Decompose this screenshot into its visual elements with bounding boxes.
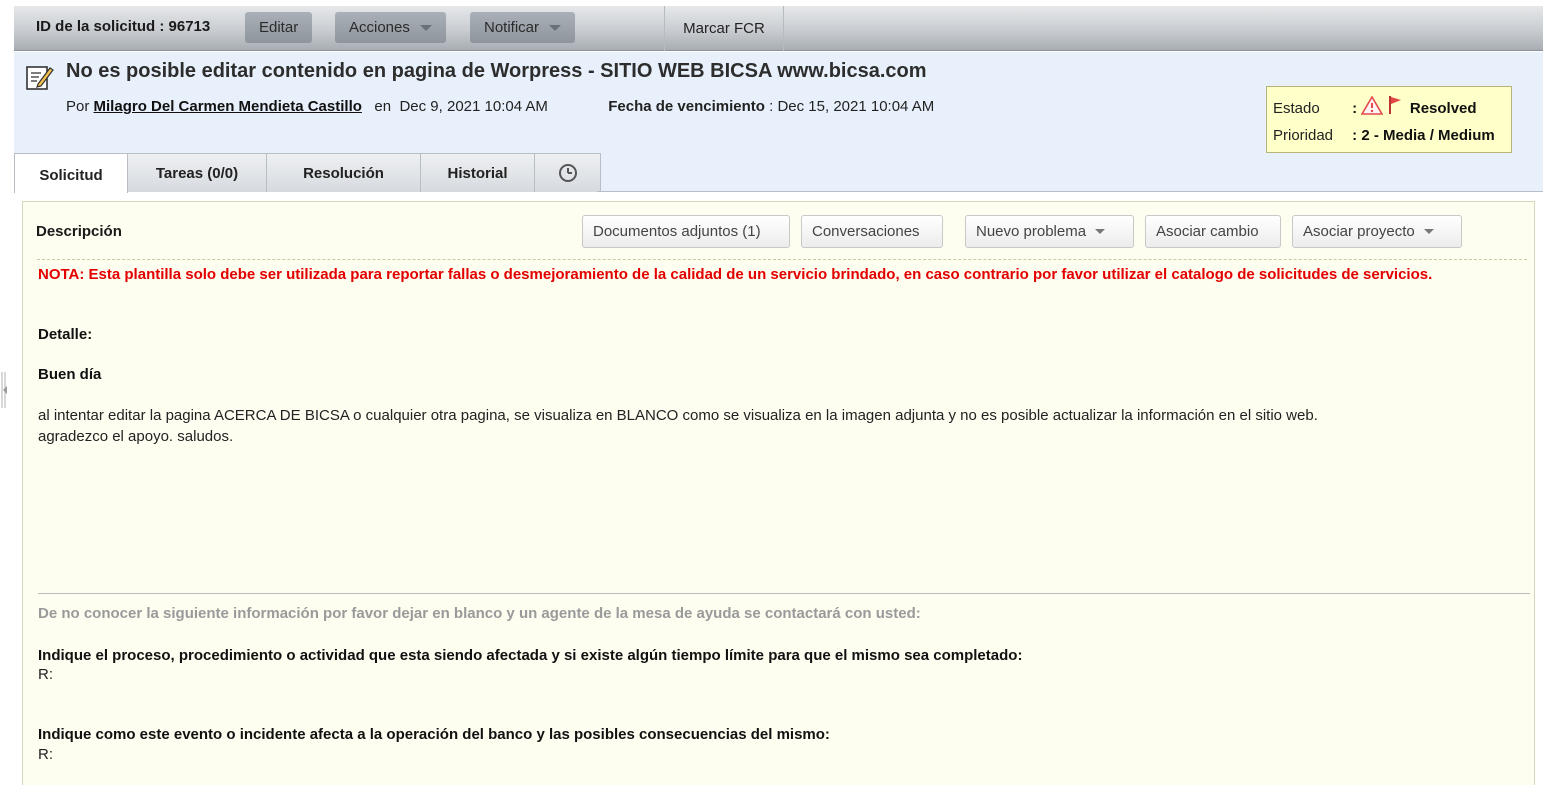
edit-button[interactable]: Editar xyxy=(245,12,313,43)
tab-time[interactable] xyxy=(534,153,601,192)
mark-fcr-button[interactable]: Marcar FCR xyxy=(664,6,784,51)
description-line-1: al intentar editar la pagina ACERCA DE B… xyxy=(38,407,1318,424)
tab-resolucion[interactable]: Resolución xyxy=(266,153,421,192)
info-note: De no conocer la siguiente información p… xyxy=(38,605,921,622)
actions-button[interactable]: Acciones xyxy=(335,12,446,43)
by-label: Por xyxy=(66,98,90,115)
priority-label: Prioridad xyxy=(1273,127,1334,144)
status-label: Estado xyxy=(1273,100,1320,117)
edit-button-label: Editar xyxy=(259,19,299,36)
new-problem-button[interactable]: Nuevo problema xyxy=(965,215,1134,248)
tab-bar: Solicitud Tareas (0/0) Resolución Histor… xyxy=(14,153,601,193)
status-value: Resolved xyxy=(1409,100,1477,117)
status-row: Estado : Resolved xyxy=(1273,95,1477,117)
chevron-down-icon xyxy=(419,24,432,31)
question-process: Indique el proceso, procedimiento o acti… xyxy=(38,647,1023,664)
detail-label: Detalle: xyxy=(38,326,93,343)
author-link[interactable]: Milagro Del Carmen Mendieta Castillo xyxy=(94,98,362,115)
on-label: en xyxy=(374,98,392,115)
edit-document-icon xyxy=(26,66,54,90)
tab-historial[interactable]: Historial xyxy=(420,153,535,192)
description-title: Descripción xyxy=(36,223,122,240)
created-date: Dec 9, 2021 10:04 AM xyxy=(399,98,548,115)
answer-impact: R: xyxy=(38,746,53,763)
notify-button[interactable]: Notificar xyxy=(470,12,576,43)
due-date-separator: : xyxy=(769,98,774,115)
description-body: al intentar editar la pagina ACERCA DE B… xyxy=(38,405,1518,447)
page-title: No es posible editar contenido en pagina… xyxy=(66,60,927,82)
priority-separator: : xyxy=(1352,127,1358,144)
section-divider xyxy=(38,593,1530,594)
description-line-2: agradezco el apoyo. saludos. xyxy=(38,428,234,445)
new-problem-button-label: Nuevo problema xyxy=(976,223,1087,240)
template-note: NOTA: Esta plantilla solo debe ser utili… xyxy=(38,266,1433,283)
tab-tareas[interactable]: Tareas (0/0) xyxy=(127,153,267,192)
actions-button-label: Acciones xyxy=(349,19,410,36)
associate-project-button-label: Asociar proyecto xyxy=(1303,223,1415,240)
description-panel: Descripción Documentos adjuntos (1) Conv… xyxy=(22,201,1535,785)
due-date-label: Fecha de vencimiento xyxy=(608,98,765,115)
top-toolbar: ID de la solicitud : 96713 Editar Accion… xyxy=(14,6,1543,51)
status-box: Estado : Resolved Prioridad : 2 - Media … xyxy=(1266,86,1512,153)
conversations-button-label: Conversaciones xyxy=(812,223,920,240)
chevron-down-icon xyxy=(1423,229,1434,234)
attachments-button[interactable]: Documentos adjuntos (1) xyxy=(582,215,790,248)
request-id: ID de la solicitud : 96713 xyxy=(36,18,211,35)
due-date: Dec 15, 2021 10:04 AM xyxy=(777,98,935,115)
chevron-down-icon xyxy=(1095,229,1106,234)
priority-value: 2 - Media / Medium xyxy=(1361,127,1495,144)
warning-icon xyxy=(1360,95,1384,115)
associate-change-button[interactable]: Asociar cambio xyxy=(1145,215,1281,248)
conversations-button[interactable]: Conversaciones xyxy=(801,215,943,248)
notify-button-label: Notificar xyxy=(484,19,540,36)
status-separator: : xyxy=(1352,100,1358,117)
tab-solicitud[interactable]: Solicitud xyxy=(14,153,128,193)
chevron-down-icon xyxy=(549,24,562,31)
dashed-divider xyxy=(37,259,1527,260)
tab-underline xyxy=(597,191,1543,192)
clock-icon xyxy=(558,164,577,182)
associate-project-button[interactable]: Asociar proyecto xyxy=(1292,215,1462,248)
associate-change-button-label: Asociar cambio xyxy=(1156,223,1259,240)
question-impact: Indique como este evento o incidente afe… xyxy=(38,726,830,743)
attachments-button-label: Documentos adjuntos (1) xyxy=(593,223,761,240)
priority-row: Prioridad : 2 - Media / Medium xyxy=(1273,127,1495,144)
request-meta: Por Milagro Del Carmen Mendieta Castillo… xyxy=(66,98,934,115)
answer-process: R: xyxy=(38,666,53,683)
collapse-handle-icon[interactable] xyxy=(0,370,8,410)
greeting-text: Buen día xyxy=(38,366,102,383)
flag-icon xyxy=(1388,96,1401,114)
